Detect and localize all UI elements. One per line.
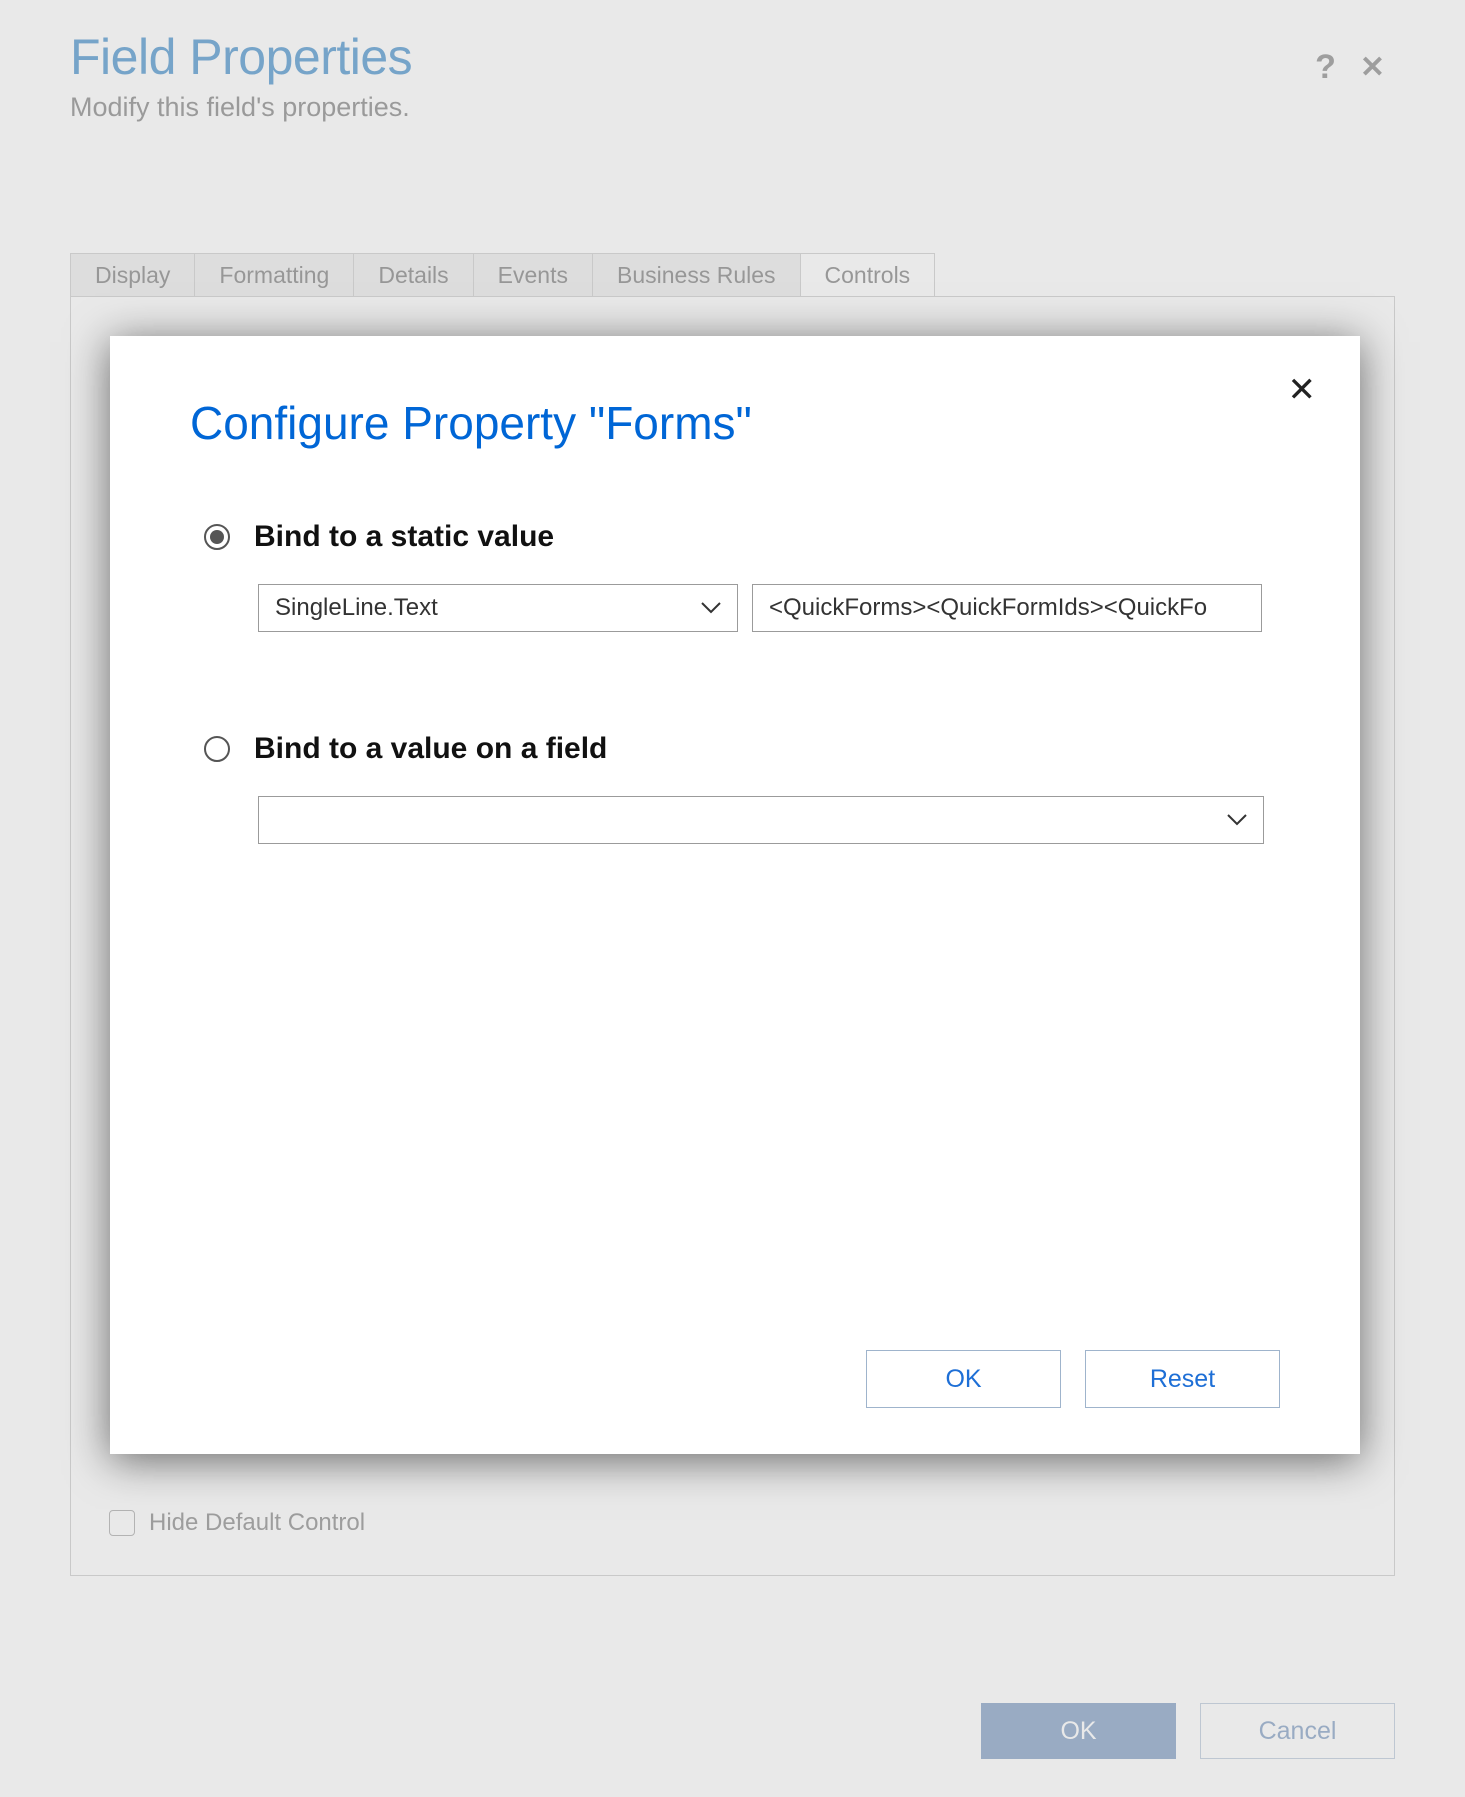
- hide-default-control-checkbox[interactable]: [109, 1510, 135, 1536]
- static-type-select[interactable]: SingleLine.Text: [258, 584, 738, 632]
- bind-options: Bind to a static value SingleLine.Text <…: [204, 520, 1280, 844]
- modal-ok-button[interactable]: OK: [866, 1350, 1061, 1408]
- bind-static-option[interactable]: Bind to a static value: [204, 520, 1280, 554]
- page-title: Field Properties: [70, 28, 412, 86]
- tab-display[interactable]: Display: [70, 253, 195, 297]
- cancel-button[interactable]: Cancel: [1200, 1703, 1395, 1759]
- field-select[interactable]: [258, 796, 1264, 844]
- modal-title: Configure Property "Forms": [190, 396, 1280, 450]
- configure-property-dialog: ✕ Configure Property "Forms" Bind to a s…: [110, 336, 1360, 1454]
- chevron-down-icon: [701, 602, 721, 614]
- static-value-text: <QuickForms><QuickFormIds><QuickFo: [769, 594, 1207, 622]
- chevron-down-icon: [1227, 814, 1247, 826]
- tab-formatting[interactable]: Formatting: [194, 253, 354, 297]
- static-value-input[interactable]: <QuickForms><QuickFormIds><QuickFo: [752, 584, 1262, 632]
- radio-icon: [204, 524, 230, 550]
- bind-field-option[interactable]: Bind to a value on a field: [204, 732, 1280, 766]
- header-icons: ? ✕: [1315, 48, 1385, 87]
- close-icon[interactable]: ✕: [1288, 370, 1317, 410]
- tab-controls[interactable]: Controls: [800, 253, 936, 297]
- bind-static-controls: SingleLine.Text <QuickForms><QuickFormId…: [258, 584, 1280, 632]
- page-subtitle: Modify this field's properties.: [70, 92, 412, 123]
- bind-field-label: Bind to a value on a field: [254, 732, 607, 766]
- dialog-footer-buttons: OK Cancel: [981, 1703, 1395, 1759]
- modal-reset-button[interactable]: Reset: [1085, 1350, 1280, 1408]
- tab-details[interactable]: Details: [353, 253, 473, 297]
- dialog-header: Field Properties Modify this field's pro…: [70, 18, 1395, 123]
- help-icon[interactable]: ?: [1315, 48, 1336, 87]
- header-titles: Field Properties Modify this field's pro…: [70, 28, 412, 123]
- modal-footer-buttons: OK Reset: [866, 1350, 1280, 1408]
- hide-default-control-label: Hide Default Control: [149, 1509, 365, 1537]
- radio-icon: [204, 736, 230, 762]
- tab-business-rules[interactable]: Business Rules: [592, 253, 801, 297]
- close-icon[interactable]: ✕: [1360, 50, 1385, 85]
- bind-static-label: Bind to a static value: [254, 520, 554, 554]
- tab-events[interactable]: Events: [473, 253, 593, 297]
- tabs: Display Formatting Details Events Busine…: [70, 253, 1395, 297]
- static-type-value: SingleLine.Text: [275, 594, 438, 622]
- hide-default-control-row[interactable]: Hide Default Control: [109, 1509, 365, 1537]
- ok-button[interactable]: OK: [981, 1703, 1176, 1759]
